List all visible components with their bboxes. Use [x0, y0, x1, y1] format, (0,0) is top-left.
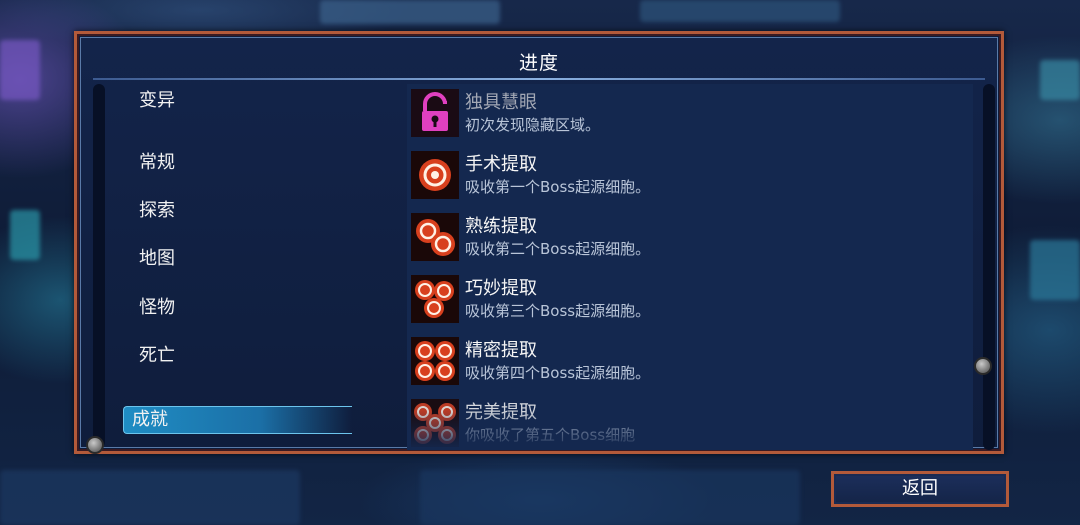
menu-scrollbar[interactable] — [93, 84, 105, 448]
panel-title: 进度 — [518, 52, 559, 74]
title-divider — [93, 78, 985, 80]
menu-item-map[interactable]: 地图 — [131, 246, 359, 272]
achievement-desc: 吸收第四个Boss起源细胞。 — [465, 364, 651, 382]
achievement-name: 手术提取 — [465, 154, 537, 175]
achievement-name: 巧妙提取 — [465, 278, 537, 299]
achievement-list: 独具慧眼 初次发现隐藏区域。 手术提取 吸收第一个Boss起源细胞。 熟练提取 … — [407, 84, 973, 450]
boss-cell-2-icon — [411, 213, 459, 261]
left-scroll-knob[interactable] — [86, 436, 104, 454]
achievement-row[interactable]: 巧妙提取 吸收第三个Boss起源细胞。 — [411, 270, 971, 328]
back-button[interactable]: 返回 — [831, 471, 1009, 507]
panel-body: 进度 变异 常规 探索 地图 怪物 死亡 成就 独具慧眼 初次发现隐藏区域。 手… — [80, 37, 998, 450]
menu-item-general[interactable]: 常规 — [131, 150, 359, 176]
padlock-icon — [411, 89, 459, 137]
achievement-desc: 吸收第三个Boss起源细胞。 — [465, 302, 651, 320]
achievement-row[interactable]: 熟练提取 吸收第二个Boss起源细胞。 — [411, 208, 971, 266]
achievement-row[interactable]: 完美提取 你吸收了第五个Boss细胞 — [411, 394, 971, 450]
menu-item-mutations[interactable]: 变异 — [131, 88, 359, 114]
menu-item-achievements[interactable]: 成就 — [123, 406, 352, 434]
menu-item-monsters[interactable]: 怪物 — [131, 295, 359, 321]
achievement-name: 独具慧眼 — [465, 92, 537, 113]
boss-cell-1-icon — [411, 151, 459, 199]
menu-item-deaths[interactable]: 死亡 — [131, 343, 359, 369]
achievement-name: 完美提取 — [465, 402, 537, 423]
boss-cell-4-icon — [411, 337, 459, 385]
progress-panel: 进度 变异 常规 探索 地图 怪物 死亡 成就 独具慧眼 初次发现隐藏区域。 手… — [74, 31, 1004, 454]
achievement-desc: 吸收第一个Boss起源细胞。 — [465, 178, 651, 196]
achievement-desc: 吸收第二个Boss起源细胞。 — [465, 240, 651, 258]
achievement-name: 精密提取 — [465, 340, 537, 361]
boss-cell-5-icon — [411, 399, 459, 447]
menu-item-exploration[interactable]: 探索 — [131, 198, 359, 224]
list-scrollbar[interactable] — [983, 84, 995, 450]
achievement-row[interactable]: 精密提取 吸收第四个Boss起源细胞。 — [411, 332, 971, 390]
right-scroll-knob[interactable] — [974, 357, 992, 375]
achievement-name: 熟练提取 — [465, 216, 537, 237]
achievement-row[interactable]: 独具慧眼 初次发现隐藏区域。 — [411, 84, 971, 142]
boss-cell-3-icon — [411, 275, 459, 323]
achievement-row[interactable]: 手术提取 吸收第一个Boss起源细胞。 — [411, 146, 971, 204]
achievement-desc: 初次发现隐藏区域。 — [465, 116, 601, 134]
achievement-desc: 你吸收了第五个Boss细胞 — [465, 426, 636, 444]
